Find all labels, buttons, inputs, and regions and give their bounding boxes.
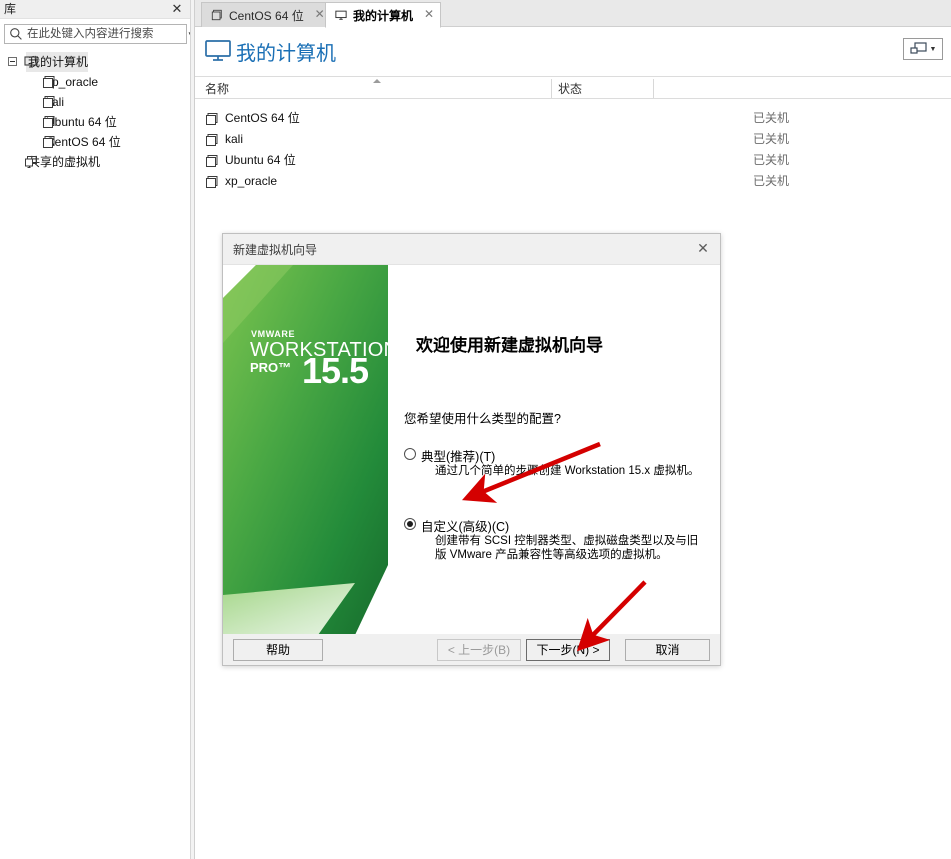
collapse-icon[interactable] [8,57,17,66]
vm-icon [206,134,218,146]
close-icon[interactable]: ✕ [422,8,436,22]
radio-label: 典型(推荐)(T) [421,450,496,464]
vm-icon [211,9,222,21]
vm-name-cell: CentOS 64 位 [205,108,300,129]
wizard-main-pane: 欢迎使用新建虚拟机向导 您希望使用什么类型的配置? 典型(推荐)(T) 通过几个… [388,265,720,635]
radio-label: 自定义(高级)(C) [421,520,510,534]
tree-item-centos-64[interactable]: CentOS 64 位 [0,132,190,152]
cancel-button[interactable]: 取消 [625,639,710,661]
vm-name-text: CentOS 64 位 [225,111,300,125]
vm-icon [43,96,55,108]
table-row[interactable]: CentOS 64 位 已关机 [195,108,951,129]
tab-my-computer[interactable]: 我的计算机 ✕ [325,2,442,28]
vm-icon [43,136,55,148]
vmware-edition-text: PRO™ [250,360,292,375]
tab-centos-64[interactable]: CentOS 64 位 ✕ [201,2,332,27]
close-icon[interactable]: ✕ [170,2,184,16]
search-box[interactable]: ▼ [4,24,195,44]
tree-item-kali[interactable]: kali [0,92,190,112]
monitor-icon [335,10,347,20]
sort-ascending-icon [373,79,381,83]
vm-name-text: Ubuntu 64 位 [225,153,296,167]
column-divider[interactable] [653,79,654,98]
vmware-workstation-window: 库 ✕ ▼ 我的计算机 [0,0,951,859]
radio-button[interactable] [404,518,416,530]
column-header-name[interactable]: 名称 [205,80,229,97]
radio-description: 创建带有 SCSI 控制器类型、虚拟磁盘类型以及与旧版 VMware 产品兼容性… [435,535,699,561]
column-divider[interactable] [551,79,552,98]
library-tree: 我的计算机 xp_oracle kali Ubuntu 64 位 CentOS … [0,52,190,172]
tree-item-shared-vms[interactable]: 共享的虚拟机 [0,152,190,172]
vm-icon [43,76,55,88]
next-button[interactable]: 下一步(N) > [526,639,610,661]
vm-name-cell: xp_oracle [205,171,277,192]
chevron-down-icon: ▼ [929,45,937,53]
tree-item-ubuntu-64[interactable]: Ubuntu 64 位 [0,112,190,132]
help-button[interactable]: 帮助 [233,639,323,661]
vm-state-cell: 已关机 [753,111,790,125]
column-header-state[interactable]: 状态 [558,80,582,97]
vm-name-cell: Ubuntu 64 位 [205,150,296,171]
new-vm-wizard-dialog: 新建虚拟机向导 ✕ VMWARE WORKSTATION PRO™ 15.5 欢… [222,233,721,666]
tab-label: CentOS 64 位 [229,8,304,23]
monitor-icon [205,40,231,61]
vmware-vendor-text: VMWARE [251,329,296,339]
vm-state-cell: 已关机 [753,132,790,146]
vm-icon [43,116,55,128]
vm-table-header: 名称 状态 [195,77,951,99]
radio-button[interactable] [404,448,416,460]
tab-bar: CentOS 64 位 ✕ 我的计算机 ✕ [195,0,951,28]
dialog-body: VMWARE WORKSTATION PRO™ 15.5 欢迎使用新建虚拟机向导… [223,264,720,635]
table-row[interactable]: xp_oracle 已关机 [195,171,951,192]
tree-item-xp-oracle[interactable]: xp_oracle [0,72,190,92]
library-sidebar: 库 ✕ ▼ 我的计算机 [0,0,195,859]
view-layout-button[interactable]: ▼ [903,38,943,60]
vm-state-cell: 已关机 [753,153,790,167]
library-title: 库 [4,2,17,16]
tree-item-my-computer[interactable]: 我的计算机 [0,52,190,72]
vm-name-text: xp_oracle [225,174,278,188]
vm-name-text: kali [225,132,244,146]
page-header: 我的计算机 ▼ [195,27,951,77]
monitor-icon [24,56,38,68]
page-title: 我的计算机 [236,43,336,65]
tab-label: 我的计算机 [353,8,414,23]
search-icon [10,28,22,40]
wizard-heading: 欢迎使用新建虚拟机向导 [416,336,603,355]
shared-vm-icon [25,156,37,168]
dialog-title: 新建虚拟机向导 [233,243,318,257]
vmware-banner: VMWARE WORKSTATION PRO™ 15.5 [223,265,388,635]
vm-state-cell: 已关机 [753,174,790,188]
banner-graphic [223,265,388,635]
dialog-footer: 帮助 < 上一步(B) 下一步(N) > 取消 [223,634,720,665]
search-input[interactable] [23,26,183,42]
dialog-titlebar: 新建虚拟机向导 ✕ [223,234,720,264]
vm-icon [206,155,218,167]
vm-name-cell: kali [205,129,243,150]
vmware-version-text: 15.5 [302,350,369,391]
vm-icon [206,113,218,125]
back-button: < 上一步(B) [437,639,521,661]
close-icon[interactable]: ✕ [692,238,714,258]
library-header: 库 ✕ [0,0,190,19]
table-row[interactable]: kali 已关机 [195,129,951,150]
table-row[interactable]: Ubuntu 64 位 已关机 [195,150,951,171]
display-layout-icon [909,42,927,54]
wizard-question: 您希望使用什么类型的配置? [404,412,561,426]
vm-icon [206,176,218,188]
radio-description: 通过几个简单的步骤创建 Workstation 15.x 虚拟机。 [435,465,700,477]
